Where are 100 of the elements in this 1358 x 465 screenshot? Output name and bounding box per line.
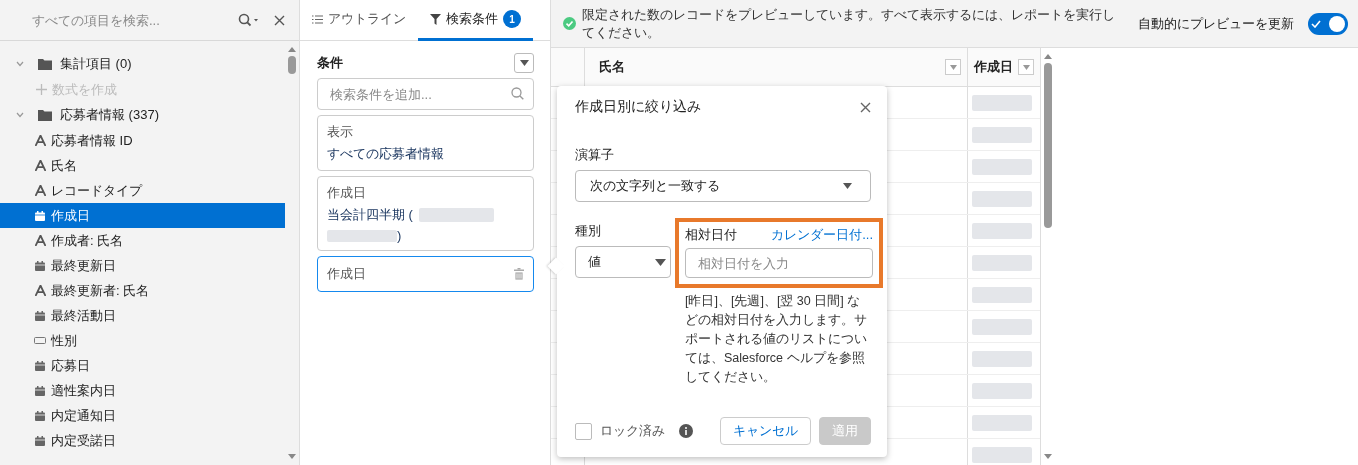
text-type-icon (34, 185, 46, 196)
picklist-icon (34, 337, 46, 344)
filter-label: 表示 (327, 123, 353, 141)
filter-value: 当会計四半期 ( (327, 206, 413, 224)
caret-icon (519, 60, 529, 66)
redacted-block (972, 446, 1033, 463)
checkbox-label: ロック済み (600, 422, 665, 440)
tab[interactable]: 検索条件 1 (418, 0, 533, 41)
caret-icon (1022, 64, 1030, 70)
list-icon (312, 14, 323, 24)
calendar-icon (35, 310, 45, 321)
search-field[interactable]: すべての項目を検索... (30, 11, 224, 29)
filter-card[interactable]: 作成日 (317, 256, 534, 292)
field-item[interactable]: 最終更新者: 氏名 (0, 278, 285, 303)
field-label: 演算子 (575, 146, 615, 164)
checkbox[interactable] (575, 422, 592, 440)
field-item[interactable]: 適性案内日 (0, 378, 285, 403)
redacted-block (972, 414, 1033, 431)
filter-card[interactable]: 表示 すべての応募者情報 (317, 115, 534, 171)
calendar-icon (35, 435, 45, 446)
field-item[interactable]: 最終活動日 (0, 303, 285, 328)
search-icon[interactable] (238, 13, 260, 27)
redacted-block (972, 190, 1033, 207)
tab[interactable]: アウトライン (300, 0, 418, 41)
group-label[interactable]: 応募者情報 (337) (60, 106, 159, 124)
field-item[interactable]: 内定受諾日 (0, 428, 285, 453)
redacted-block (972, 126, 1033, 143)
calendar-date-link[interactable]: カレンダー日付... (771, 226, 873, 244)
field-item[interactable]: 性別 (0, 328, 285, 353)
field-label: 相対日付 (685, 226, 737, 244)
redacted-block (972, 286, 1033, 303)
calendar-icon (35, 260, 45, 271)
plus-icon (36, 84, 47, 95)
text-type-icon (34, 135, 46, 146)
chevron-icon[interactable] (16, 112, 24, 118)
toggle-label: 自動的にプレビューを更新 (1138, 14, 1294, 33)
popover-title: 作成日別に絞り込み (575, 98, 701, 116)
help-text: [昨日]、[先週]、[翌 30 日間] などの相対日付を入力します。サポートされる値のリストについては、Salesforce ヘルプを参照してください。 (685, 293, 868, 386)
calendar-icon (35, 360, 45, 371)
filter-label: 作成日 (327, 184, 366, 202)
field-label: 種別 (575, 222, 602, 240)
info-icon[interactable] (679, 424, 693, 438)
field-item[interactable]: 作成者: 氏名 (0, 228, 285, 253)
close-icon[interactable] (274, 14, 285, 26)
scroll-down-icon[interactable] (288, 454, 296, 459)
close-icon[interactable] (860, 101, 871, 113)
check-icon (1311, 19, 1321, 28)
text-type-icon (34, 160, 46, 171)
calendar-icon (35, 385, 45, 396)
caret-icon (655, 258, 666, 266)
column-header[interactable]: 作成日 (974, 58, 1014, 76)
filter-icon (430, 13, 441, 25)
relative-date-field[interactable]: 相対日付を入力 (685, 248, 873, 278)
trash-icon[interactable] (514, 268, 524, 280)
field-item[interactable]: 内定通知日 (0, 403, 285, 428)
success-icon (563, 17, 576, 30)
field-item[interactable]: 応募者情報 ID (0, 128, 285, 153)
text-type-icon (34, 235, 46, 246)
field-item[interactable]: 最終更新日 (0, 253, 285, 278)
dropdown-button[interactable] (514, 53, 534, 73)
section-heading: 条件 (317, 54, 343, 72)
column-header[interactable]: 氏名 (598, 58, 625, 76)
redacted-block (327, 229, 397, 242)
redacted-block (972, 222, 1033, 239)
field-item[interactable]: レコードタイプ (0, 178, 285, 203)
group-label[interactable]: 集計項目 (0) (60, 55, 132, 73)
column-menu-button[interactable] (945, 59, 962, 75)
type-select[interactable]: 値 (575, 246, 671, 278)
toggle-switch[interactable] (1308, 12, 1348, 35)
scroll-thumb[interactable] (1044, 63, 1052, 228)
redacted-block (972, 350, 1033, 367)
calendar-icon (35, 410, 45, 421)
chevron-icon[interactable] (16, 61, 24, 67)
scroll-up-icon[interactable] (1044, 54, 1052, 59)
filter-card[interactable]: 作成日 当会計四半期 ( ) (317, 176, 534, 251)
field-item[interactable]: 作成日 (0, 203, 285, 228)
scroll-down-icon[interactable] (1044, 454, 1052, 459)
search-icon (511, 87, 524, 100)
field-item[interactable]: 氏名 (0, 153, 285, 178)
count-badge: 1 (503, 10, 521, 28)
redacted-block (972, 318, 1033, 335)
caret-icon (949, 64, 957, 70)
field-item[interactable]: 応募日 (0, 353, 285, 378)
redacted-block (972, 158, 1033, 175)
text-type-icon (34, 285, 46, 296)
folder-icon (38, 109, 52, 121)
scroll-up-icon[interactable] (288, 47, 296, 52)
cancel-button[interactable]: キャンセル (720, 417, 811, 445)
column-menu-button[interactable] (1018, 59, 1034, 75)
calendar-icon (35, 210, 45, 221)
filter-value: すべての応募者情報 (327, 145, 444, 163)
add-filter-field[interactable]: 検索条件を追加... (317, 78, 534, 110)
redacted-block (972, 382, 1033, 399)
folder-icon (38, 58, 52, 70)
preview-message: 限定された数のレコードをプレビューしています。すべて表示するには、レポートを実行してください。 (582, 5, 1116, 42)
filter-value: ) (397, 228, 402, 243)
filter-label: 作成日 (327, 265, 366, 283)
caret-icon (843, 183, 852, 189)
scroll-thumb[interactable] (288, 56, 296, 74)
operator-select[interactable]: 次の文字列と一致する (575, 170, 871, 202)
